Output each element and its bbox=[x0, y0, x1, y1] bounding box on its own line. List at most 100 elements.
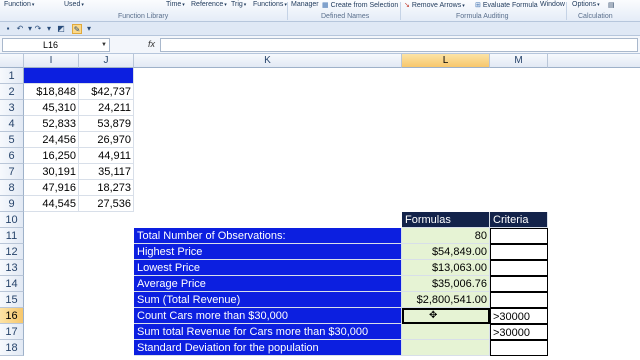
row-header-5[interactable]: 5 bbox=[0, 132, 24, 148]
column-header-m[interactable]: M bbox=[490, 54, 548, 68]
formula-std-deviation[interactable] bbox=[402, 340, 490, 356]
row-header-17[interactable]: 17 bbox=[0, 324, 24, 340]
cell-i6[interactable]: 16,250 bbox=[24, 148, 79, 164]
row-header-9[interactable]: 9 bbox=[0, 196, 24, 212]
label-std-deviation[interactable]: Standard Deviation for the population bbox=[134, 340, 402, 356]
formula-sum-revenue-cars[interactable] bbox=[402, 324, 490, 340]
formula-highest-price[interactable]: $54,849.00 bbox=[402, 244, 490, 260]
evaluate-formula-button[interactable]: ⊞ Evaluate Formula bbox=[475, 1, 538, 9]
label-average-price[interactable]: Average Price bbox=[134, 276, 402, 292]
cell-j6[interactable]: 44,911 bbox=[79, 148, 134, 164]
remove-arrows-button[interactable]: ↘ Remove Arrows▾ bbox=[404, 1, 465, 9]
cell-j5[interactable]: 26,970 bbox=[79, 132, 134, 148]
cell-i7[interactable]: 30,191 bbox=[24, 164, 79, 180]
cell-i3[interactable]: 45,310 bbox=[24, 100, 79, 116]
criteria-header[interactable]: Criteria bbox=[490, 212, 548, 228]
formula-lowest-price[interactable]: $13,063.00 bbox=[402, 260, 490, 276]
math-trig-button[interactable]: Trig▾ bbox=[231, 1, 246, 8]
format-painter-icon[interactable]: ✎ bbox=[72, 24, 82, 34]
cell-i5[interactable]: 24,456 bbox=[24, 132, 79, 148]
criteria-m13[interactable] bbox=[490, 260, 548, 276]
cell-j7[interactable]: 35,117 bbox=[79, 164, 134, 180]
column-header-blank bbox=[548, 54, 640, 68]
cell-j9[interactable]: 27,536 bbox=[79, 196, 134, 212]
column-header-i[interactable]: I bbox=[24, 54, 79, 68]
formula-input[interactable] bbox=[160, 38, 638, 52]
recently-used-button[interactable]: Used▾ bbox=[64, 1, 84, 8]
row-header-8[interactable]: 8 bbox=[0, 180, 24, 196]
cell-i4[interactable]: 52,833 bbox=[24, 116, 79, 132]
row-header-7[interactable]: 7 bbox=[0, 164, 24, 180]
criteria-m14[interactable] bbox=[490, 276, 548, 292]
more-icon[interactable]: ▾ bbox=[44, 24, 54, 34]
redo-icon[interactable]: ↷ bbox=[33, 24, 43, 34]
group-calculation: Calculation bbox=[578, 13, 613, 20]
cell-i2[interactable]: $18,848 bbox=[24, 84, 79, 100]
more-functions-button[interactable]: Functions▾ bbox=[253, 1, 287, 8]
column-header-l[interactable]: L bbox=[402, 54, 490, 68]
arrows-icon: ↘ bbox=[404, 2, 410, 9]
undo-icon[interactable]: ↶ bbox=[15, 24, 25, 34]
label-sum-revenue-cars[interactable]: Sum total Revenue for Cars more than $30… bbox=[134, 324, 402, 340]
row-header-1[interactable]: 1 bbox=[0, 68, 24, 84]
lookup-reference-button[interactable]: Reference▾ bbox=[191, 1, 227, 8]
label-count-cars[interactable]: Count Cars more than $30,000 bbox=[134, 308, 402, 324]
row-header-16[interactable]: 16 bbox=[0, 308, 24, 324]
mouse-cursor-icon: ✥ bbox=[429, 310, 438, 321]
row-header-12[interactable]: 12 bbox=[0, 244, 24, 260]
row-header-15[interactable]: 15 bbox=[0, 292, 24, 308]
watch-window-button[interactable]: Window bbox=[540, 1, 565, 8]
name-box[interactable]: L16 ▼ bbox=[2, 38, 110, 52]
insert-function-icon[interactable]: fx bbox=[148, 39, 155, 49]
function-button[interactable]: Function▾ bbox=[4, 1, 34, 8]
row-header-10[interactable]: 10 bbox=[0, 212, 24, 228]
label-sum-total-revenue[interactable]: Sum (Total Revenue) bbox=[134, 292, 402, 308]
row-header-6[interactable]: 6 bbox=[0, 148, 24, 164]
row-header-18[interactable]: 18 bbox=[0, 340, 24, 356]
formula-bar: L16 ▼ fx bbox=[0, 36, 640, 54]
worksheet-grid[interactable]: I J K L M 1 2 3 4 5 6 7 8 9 10 11 12 13 … bbox=[0, 54, 640, 360]
criteria-m17[interactable]: >30000 bbox=[490, 324, 548, 340]
criteria-m18[interactable] bbox=[490, 340, 548, 356]
criteria-m11[interactable] bbox=[490, 228, 548, 244]
criteria-m15[interactable] bbox=[490, 292, 548, 308]
calculate-now-icon[interactable]: ▤ bbox=[608, 1, 615, 9]
column-header-j[interactable]: J bbox=[79, 54, 134, 68]
name-box-dropdown-icon[interactable]: ▼ bbox=[101, 39, 107, 51]
formula-sum-total-revenue[interactable]: $2,800,541.00 bbox=[402, 292, 490, 308]
cell-i8[interactable]: 47,916 bbox=[24, 180, 79, 196]
cell-j2[interactable]: $42,737 bbox=[79, 84, 134, 100]
row-header-3[interactable]: 3 bbox=[0, 100, 24, 116]
cell-j8[interactable]: 18,273 bbox=[79, 180, 134, 196]
fill-color-icon[interactable]: ◩ bbox=[56, 24, 66, 34]
calculation-options-button[interactable]: Options▾ bbox=[572, 1, 600, 8]
criteria-m12[interactable] bbox=[490, 244, 548, 260]
select-all-corner[interactable] bbox=[0, 54, 24, 68]
date-time-button[interactable]: Time▾ bbox=[166, 1, 185, 8]
label-total-observations[interactable]: Total Number of Observations: bbox=[134, 228, 402, 244]
row-header-14[interactable]: 14 bbox=[0, 276, 24, 292]
label-highest-price[interactable]: Highest Price bbox=[134, 244, 402, 260]
cell-i9[interactable]: 44,545 bbox=[24, 196, 79, 212]
criteria-m16[interactable]: >30000 bbox=[490, 308, 548, 324]
row-header-13[interactable]: 13 bbox=[0, 260, 24, 276]
label-lowest-price[interactable]: Lowest Price bbox=[134, 260, 402, 276]
cell-j4[interactable]: 53,879 bbox=[79, 116, 134, 132]
formula-average-price[interactable]: $35,006.76 bbox=[402, 276, 490, 292]
row-header-4[interactable]: 4 bbox=[0, 116, 24, 132]
cell-j3[interactable]: 24,211 bbox=[79, 100, 134, 116]
save-icon[interactable]: ▪ bbox=[3, 24, 13, 34]
formula-total-observations[interactable]: 80 bbox=[402, 228, 490, 244]
group-formula-auditing: Formula Auditing bbox=[456, 13, 509, 20]
create-from-selection-button[interactable]: ▦ Create from Selection bbox=[322, 1, 398, 9]
formulas-header[interactable]: Formulas bbox=[402, 212, 490, 228]
quick-access-toolbar: ▪ ↶ ▾ ↷ ▾ ◩ ✎ ▾ bbox=[0, 22, 640, 36]
active-cell-l16[interactable] bbox=[402, 308, 490, 324]
customize-toolbar-icon[interactable]: ▾ bbox=[84, 24, 94, 34]
row-header-2[interactable]: 2 bbox=[0, 84, 24, 100]
column-header-k[interactable]: K bbox=[134, 54, 402, 68]
name-manager-button[interactable]: Manager bbox=[291, 1, 319, 8]
row-header-11[interactable]: 11 bbox=[0, 228, 24, 244]
ribbon: Function▾ Used▾ Time▾ Reference▾ Trig▾ F… bbox=[0, 0, 640, 22]
header-fill-ij[interactable] bbox=[24, 68, 134, 84]
